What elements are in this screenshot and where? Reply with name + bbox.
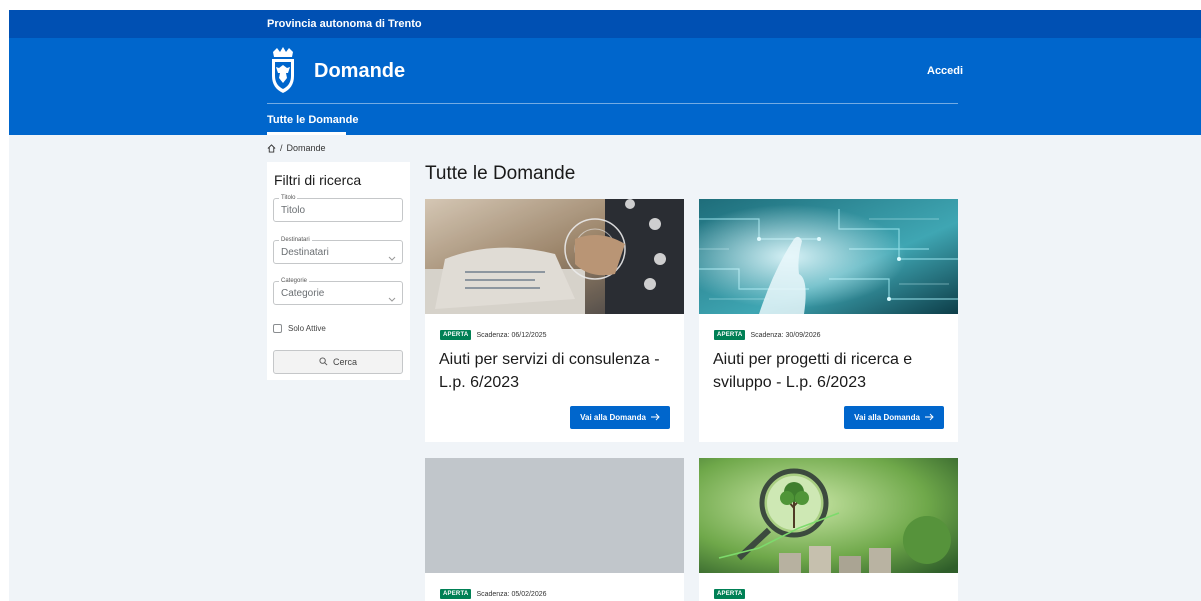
region-title[interactable]: Provincia autonoma di Trento bbox=[267, 18, 422, 30]
categorie-select[interactable]: Categorie Categorie bbox=[273, 277, 403, 308]
filters-title: Filtri di ricerca bbox=[274, 172, 362, 188]
domanda-card: APERTA bbox=[699, 458, 958, 601]
titolo-input[interactable]: Titolo Titolo bbox=[273, 194, 403, 222]
active-tab-indicator bbox=[267, 132, 346, 135]
results-title: Tutte le Domande bbox=[425, 163, 576, 184]
domanda-card: APERTA Scadenza: 05/02/2026 bbox=[425, 458, 684, 601]
app-title[interactable]: Domande bbox=[314, 60, 405, 83]
deadline-text: Scadenza: 30/09/2026 bbox=[750, 331, 821, 339]
breadcrumb: / Domande bbox=[267, 143, 326, 153]
circuit-board-photo bbox=[699, 199, 958, 314]
destinatari-select[interactable]: Destinatari Destinatari bbox=[273, 236, 403, 267]
chevron-down-icon bbox=[388, 249, 396, 267]
card-meta: APERTA bbox=[714, 589, 750, 599]
card-title[interactable]: Aiuti per progetti di ricerca e sviluppo… bbox=[713, 348, 953, 394]
button-label: Vai alla Domanda bbox=[854, 413, 920, 422]
search-button[interactable]: Cerca bbox=[273, 350, 403, 374]
domanda-card: APERTA Scadenza: 30/09/2026 Aiuti per pr… bbox=[699, 199, 958, 442]
card-title[interactable]: Aiuti per servizi di consulenza - L.p. 6… bbox=[439, 348, 679, 394]
status-badge: APERTA bbox=[440, 589, 472, 599]
tab-tutte-le-domande[interactable]: Tutte le Domande bbox=[267, 114, 358, 126]
card-meta: APERTA Scadenza: 06/12/2025 bbox=[440, 330, 547, 340]
page: Provincia autonoma di Trento Domande Acc… bbox=[9, 10, 1201, 601]
search-filters-panel: Filtri di ricerca Titolo Titolo Destinat… bbox=[267, 162, 410, 380]
green-magnifier-photo bbox=[699, 458, 958, 573]
status-badge: APERTA bbox=[714, 330, 746, 340]
card-meta: APERTA Scadenza: 05/02/2026 bbox=[440, 589, 547, 599]
coat-of-arms-icon[interactable] bbox=[267, 46, 299, 94]
titolo-legend: Titolo bbox=[279, 194, 298, 202]
placeholder-image bbox=[425, 458, 684, 573]
arrow-right-icon bbox=[650, 413, 660, 423]
status-badge: APERTA bbox=[714, 589, 746, 599]
solo-attive-label[interactable]: Solo Attive bbox=[288, 324, 326, 333]
chevron-down-icon bbox=[388, 290, 396, 308]
categorie-legend: Categorie bbox=[279, 277, 310, 285]
vai-alla-domanda-button[interactable]: Vai alla Domanda bbox=[844, 406, 944, 429]
button-label: Vai alla Domanda bbox=[580, 413, 646, 422]
breadcrumb-separator: / bbox=[280, 143, 283, 153]
destinatari-value: Destinatari bbox=[281, 247, 329, 258]
deadline-text: Scadenza: 06/12/2025 bbox=[476, 331, 547, 339]
vai-alla-domanda-button[interactable]: Vai alla Domanda bbox=[570, 406, 670, 429]
main-header: Domande Accedi Tutte le Domande bbox=[9, 38, 1201, 135]
domanda-card: APERTA Scadenza: 06/12/2025 Aiuti per se… bbox=[425, 199, 684, 442]
titolo-placeholder: Titolo bbox=[281, 205, 306, 216]
consulting-photo bbox=[425, 199, 684, 314]
header-divider bbox=[267, 103, 958, 104]
login-link[interactable]: Accedi bbox=[927, 65, 963, 77]
card-meta: APERTA Scadenza: 30/09/2026 bbox=[714, 330, 821, 340]
categorie-value: Categorie bbox=[281, 288, 325, 299]
search-icon bbox=[319, 356, 328, 368]
solo-attive-row: Solo Attive bbox=[273, 324, 326, 333]
status-badge: APERTA bbox=[440, 330, 472, 340]
solo-attive-checkbox[interactable] bbox=[273, 324, 282, 333]
search-button-label: Cerca bbox=[332, 357, 357, 367]
home-icon[interactable] bbox=[267, 143, 276, 153]
destinatari-legend: Destinatari bbox=[279, 236, 312, 244]
arrow-right-icon bbox=[924, 413, 934, 423]
deadline-text: Scadenza: 05/02/2026 bbox=[476, 590, 547, 598]
breadcrumb-current: Domande bbox=[286, 143, 326, 153]
slim-header: Provincia autonoma di Trento bbox=[9, 10, 1201, 38]
